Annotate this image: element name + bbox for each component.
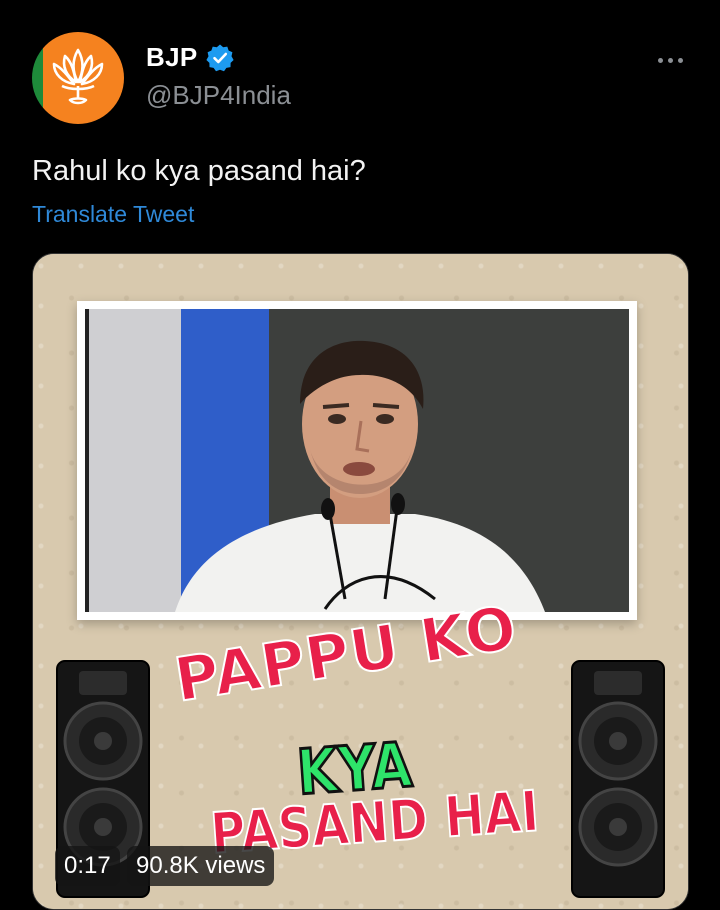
video-player[interactable]: PAPPU KO KYA PASAND HAI 0:17 90.8K views xyxy=(32,253,689,910)
verified-badge-icon xyxy=(206,44,235,71)
author-row[interactable]: BJP xyxy=(146,42,235,73)
speaker-icon xyxy=(571,660,665,898)
dot xyxy=(657,57,663,63)
more-options-icon[interactable] xyxy=(652,50,688,70)
lotus-logo-icon xyxy=(52,48,104,105)
author-handle[interactable]: @BJP4India xyxy=(146,80,291,111)
translate-tweet-link[interactable]: Translate Tweet xyxy=(32,201,194,228)
dot xyxy=(677,57,683,63)
video-views: 90.8K views xyxy=(127,846,275,886)
avatar[interactable] xyxy=(32,32,124,124)
dot xyxy=(667,57,673,63)
caption-line-1: PAPPU KO xyxy=(169,592,523,717)
video-duration: 0:17 xyxy=(55,846,120,886)
tweet-text: Rahul ko kya pasand hai? xyxy=(32,155,366,187)
author-name[interactable]: BJP xyxy=(146,42,197,73)
